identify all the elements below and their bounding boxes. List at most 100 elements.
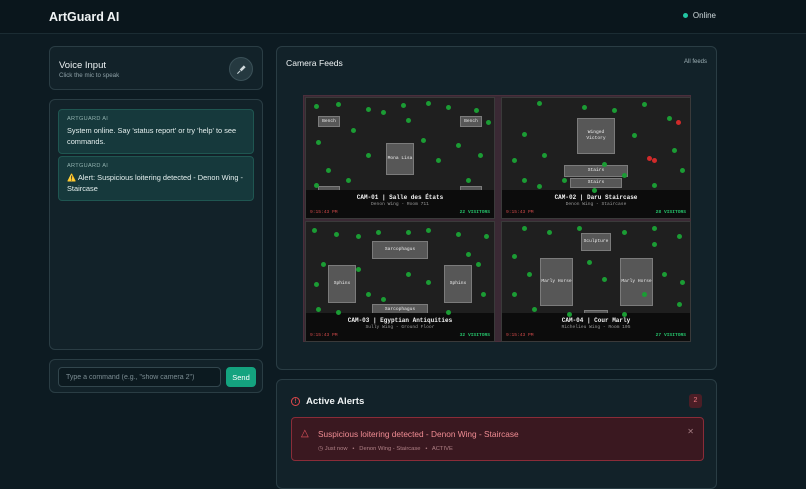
camera-location: Richelieu Wing - Room 105: [561, 325, 631, 330]
voice-input-panel: Voice Input Click the mic to speak: [49, 46, 263, 90]
visitor-marker: [527, 272, 532, 277]
camera-info: CAM-02 | Daru Staircase Denon Wing - Sta…: [502, 190, 690, 218]
visitor-marker: [632, 133, 637, 138]
command-input[interactable]: [58, 367, 221, 387]
feeds-title: Camera Feeds: [286, 58, 343, 68]
alert-state: ACTIVE: [431, 446, 453, 452]
visitor-marker: [587, 260, 592, 265]
visitor-marker: [537, 184, 542, 189]
bench-object: Bench: [318, 116, 340, 127]
visitor-marker: [652, 242, 657, 247]
visitor-marker: [622, 230, 627, 235]
camera-feed-3[interactable]: Sarcophagus Sphinx Sphinx Sarcophagus CA…: [305, 221, 495, 342]
voice-subtitle: Click the mic to speak: [59, 72, 120, 79]
visitor-marker: [314, 104, 319, 109]
camera-feed-1[interactable]: Bench Bench Mona Lisa CAM-01 | Salle des…: [305, 97, 495, 219]
visitor-marker: [577, 226, 582, 231]
visitor-count: 22 VISITORS: [459, 210, 490, 215]
visitor-marker: [547, 230, 552, 235]
visitor-marker: [667, 116, 672, 121]
visitor-marker: [406, 230, 411, 235]
visitor-marker: [592, 188, 597, 193]
chat-message: ARTGUARD AI System online. Say 'status r…: [58, 109, 254, 154]
visitor-marker: [334, 232, 339, 237]
visitor-marker: [512, 292, 517, 297]
mic-button[interactable]: [229, 57, 253, 81]
close-icon[interactable]: ✕: [687, 427, 694, 436]
mona-lisa-object: Mona Lisa: [386, 143, 414, 175]
visitor-marker: [602, 162, 607, 167]
visitor-marker: [680, 280, 685, 285]
camera-time: 9:15:43 PM: [310, 333, 338, 338]
visitor-marker: [642, 102, 647, 107]
camera-time: 9:15:43 PM: [506, 333, 534, 338]
camera-feed-2[interactable]: Winged Victory Stairs Stairs CAM-02 | Da…: [501, 97, 691, 219]
visitor-marker: [326, 168, 331, 173]
visitor-count: 28 VISITORS: [655, 210, 686, 215]
visitor-marker: [381, 110, 386, 115]
visitor-marker: [446, 310, 451, 315]
sphinx-object: Sphinx: [328, 265, 356, 303]
visitor-marker: [676, 120, 681, 125]
camera-name: CAM-03 | Egyptian Antiquities: [347, 317, 453, 324]
visitor-marker: [652, 158, 657, 163]
visitor-marker: [582, 105, 587, 110]
visitor-marker: [426, 280, 431, 285]
visitor-marker: [542, 153, 547, 158]
camera-feed-4[interactable]: Sculpture Marly Horse Marly Horse CAM-04…: [501, 221, 691, 342]
camera-info: CAM-01 | Salle des États Denon Wing - Ro…: [306, 190, 494, 218]
visitor-marker: [366, 107, 371, 112]
camera-location: Denon Wing - Staircase: [565, 202, 627, 207]
visitor-marker: [356, 234, 361, 239]
alert-circle-icon: !: [291, 397, 300, 406]
visitor-marker: [522, 178, 527, 183]
visitor-marker: [314, 282, 319, 287]
camera-time: 9:15:43 PM: [310, 210, 338, 215]
visitor-marker: [446, 105, 451, 110]
visitor-marker: [532, 307, 537, 312]
visitor-marker: [406, 272, 411, 277]
visitor-marker: [562, 178, 567, 183]
clock-icon: ◷: [318, 446, 324, 452]
chat-message: ARTGUARD AI ⚠️ Alert: Suspicious loiteri…: [58, 156, 254, 201]
all-feeds-link[interactable]: All feeds: [684, 59, 707, 65]
visitor-marker: [677, 234, 682, 239]
visitor-marker: [314, 183, 319, 188]
alert-count-badge: 2: [689, 394, 702, 408]
visitor-marker: [316, 140, 321, 145]
winged-victory-object: Winged Victory: [577, 118, 615, 154]
microphone-icon: [236, 64, 246, 74]
visitor-marker: [346, 178, 351, 183]
visitor-marker: [406, 118, 411, 123]
camera-location: Denon Wing - Room 711: [371, 202, 429, 207]
alert-item[interactable]: △ Suspicious loitering detected - Denon …: [291, 417, 704, 461]
send-button[interactable]: Send: [226, 367, 256, 387]
camera-grid: Bench Bench Mona Lisa CAM-01 | Salle des…: [303, 95, 691, 342]
visitor-marker: [677, 302, 682, 307]
voice-title: Voice Input: [59, 60, 107, 71]
visitor-marker: [351, 128, 356, 133]
visitor-count: 27 VISITORS: [655, 333, 686, 338]
marly-horse-object: Marly Horse: [620, 258, 653, 306]
stairs-object: Stairs: [564, 165, 628, 177]
visitor-marker: [436, 158, 441, 163]
visitor-marker: [512, 158, 517, 163]
visitor-marker: [652, 226, 657, 231]
message-text: System online. Say 'status report' or tr…: [67, 126, 237, 146]
visitor-marker: [672, 148, 677, 153]
visitor-marker: [522, 226, 527, 231]
visitor-marker: [321, 262, 326, 267]
bench-object: Bench: [460, 116, 482, 127]
visitor-marker: [486, 120, 491, 125]
top-bar: ArtGuard AI Online: [0, 0, 806, 34]
message-sender: ARTGUARD AI: [67, 163, 109, 169]
alert-location: Denon Wing - Staircase: [359, 446, 421, 452]
camera-info: CAM-03 | Egyptian Antiquities Sully Wing…: [306, 313, 494, 341]
active-alerts-panel: ! Active Alerts 2 △ Suspicious loitering…: [276, 379, 717, 489]
visitor-marker: [481, 292, 486, 297]
visitor-marker: [466, 178, 471, 183]
visitor-marker: [376, 230, 381, 235]
stairs-object: Stairs: [570, 178, 622, 188]
status-label: Online: [692, 11, 716, 20]
command-bar: Send: [49, 359, 263, 393]
